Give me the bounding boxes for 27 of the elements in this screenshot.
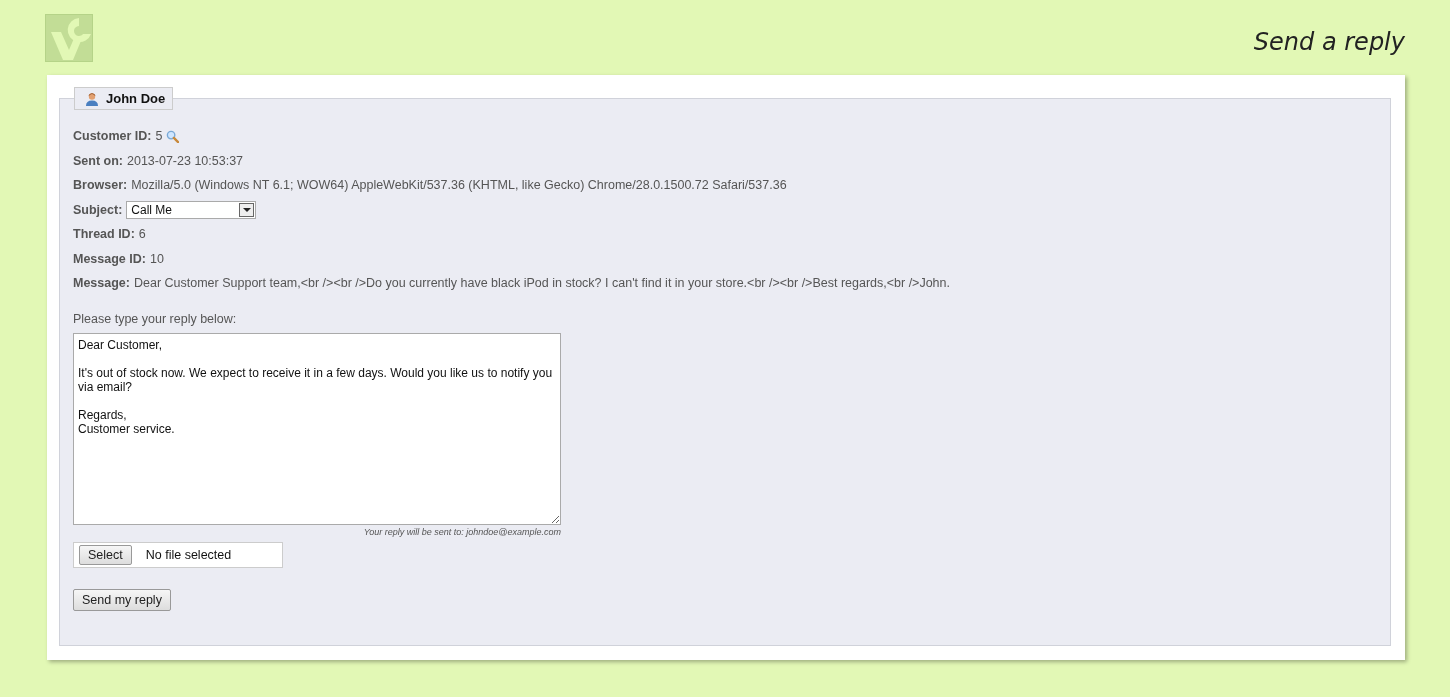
field-label: Browser: [73,178,128,193]
select-file-button[interactable]: Select [79,544,132,565]
field-value: Dear Customer Support team,<br /><br />Do you currently have black iPod in stock? I can't find it in your store.<br /><br />Best regards,<br />John. [134,276,950,291]
send-reply-button[interactable]: Send my reply [73,588,171,611]
customer-name: John Doe [106,91,166,106]
file-input[interactable]: Select No file selected [73,541,283,568]
logo-icon [45,14,93,62]
search-icon[interactable] [166,129,180,143]
field-label: Message ID: [73,251,146,266]
subject-select[interactable]: Call Me [126,200,257,219]
field-label: Subject: [73,202,123,217]
recipient-note: Your reply will be sent to: johndoe@example.com [362,526,561,537]
field-value: 6 [138,227,146,242]
field-label: Sent on: [73,153,123,168]
field-value: 2013-07-23 10:53:37 [127,153,244,168]
caret-icon [242,207,251,212]
reply-textarea[interactable]: Dear Customer, It's out of stock now. We expect to receive it in a few days. Would you like us to notify you via email? Regards, Customer service. [73,332,561,525]
file-status: No file selected [145,547,232,562]
field-label: Thread ID: [73,227,135,242]
field-value: Mozilla/5.0 (Windows NT 6.1; WOW64) AppleWebKit/537.36 (KHTML, like Gecko) Chrome/28.0.1500.72 Safari/537.36 [131,178,787,193]
reply-prompt: Please type your reply below: [73,311,238,326]
field-value: 5 [155,129,163,144]
field-label: Customer ID: [73,129,152,144]
field-label: Message: [73,276,130,291]
user-icon [85,91,99,106]
field-value: 10 [149,251,164,266]
page-title: Send a reply [1253,28,1405,56]
